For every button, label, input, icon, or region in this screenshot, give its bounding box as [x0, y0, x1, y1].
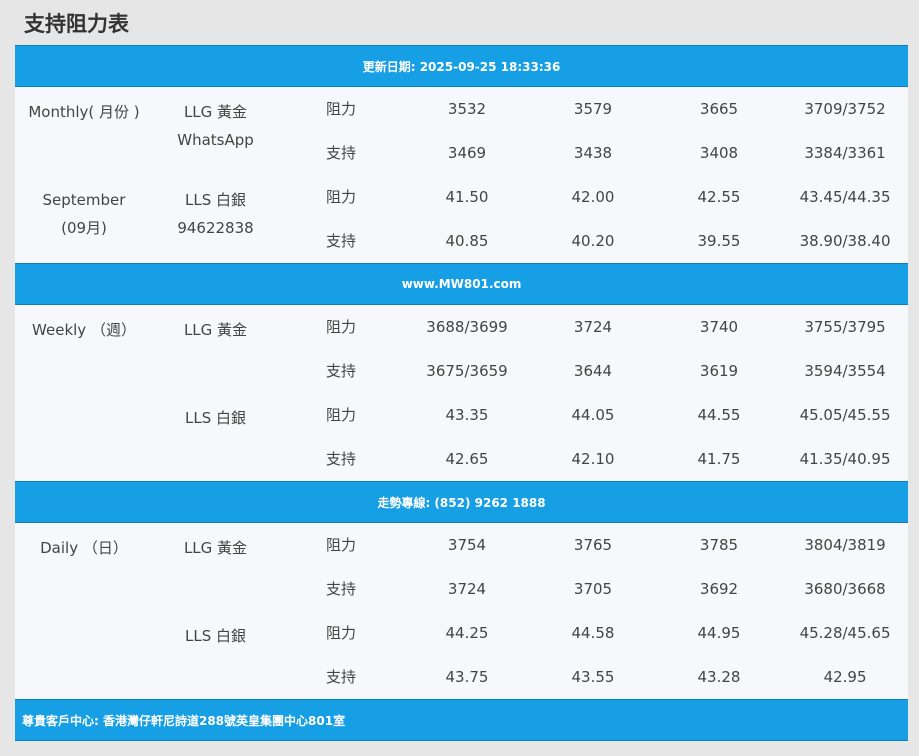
value-cell: 44.55: [697, 406, 741, 424]
resistance-label: 阻力: [325, 100, 356, 118]
value-cell: 3675/3659: [426, 362, 508, 380]
value-cell: 45.28/45.65: [799, 624, 891, 642]
value-cell: 3705: [573, 580, 613, 598]
value-cell: 3384/3361: [804, 144, 886, 162]
value-cell: 3724: [573, 318, 613, 336]
support-label: 支持: [325, 580, 356, 598]
resistance-label: 阻力: [325, 624, 356, 642]
support-label: 支持: [325, 668, 356, 686]
value-cell: 3688/3699: [426, 318, 508, 336]
value-cell: 3665: [699, 100, 739, 118]
value-cell: 39.55: [697, 232, 741, 250]
support-label: 支持: [325, 450, 356, 468]
page-title: 支持阻力表: [24, 12, 129, 36]
hotline-banner: 走勢專線: (852) 9262 1888: [15, 481, 909, 523]
value-cell: 3754: [447, 536, 487, 554]
value-cell: 42.10: [571, 450, 615, 468]
update-date: 更新日期: 2025-09-25 18:33:36: [15, 45, 909, 87]
value-cell: 3594/3554: [804, 362, 886, 380]
value-cell: 41.35/40.95: [799, 450, 891, 468]
value-cell: 3469: [447, 144, 487, 162]
value-cell: 3680/3668: [804, 580, 886, 598]
value-cell: 3785: [699, 536, 739, 554]
value-cell: 43.55: [571, 668, 615, 686]
value-cell: 3619: [699, 362, 739, 380]
resistance-label: 阻力: [325, 318, 356, 336]
whatsapp-label: WhatsApp: [177, 131, 254, 149]
hotline-text: 走勢專線: (852) 9262 1888: [15, 481, 909, 523]
resistance-label: 阻力: [325, 188, 356, 206]
value-cell: 3755/3795: [804, 318, 886, 336]
table-row: Weekly （週） LLG 黃金 阻力 3688/3699 3724 3740…: [15, 305, 908, 350]
address-text: 尊貴客戶中心: 香港灣仔軒尼詩道288號英皇集團中心801室: [15, 699, 909, 741]
support-resistance-table: 更新日期: 2025-09-25 18:33:36 Monthly( 月份 ) …: [15, 45, 909, 741]
value-cell: 41.75: [697, 450, 741, 468]
value-cell: 3740: [699, 318, 739, 336]
value-cell: 3804/3819: [804, 536, 886, 554]
value-cell: 3532: [447, 100, 487, 118]
address-banner: 尊貴客戶中心: 香港灣仔軒尼詩道288號英皇集團中心801室: [15, 699, 909, 741]
phone-number: 94622838: [177, 219, 254, 237]
value-cell: 3692: [699, 580, 739, 598]
value-cell: 40.85: [445, 232, 489, 250]
value-cell: 43.45/44.35: [799, 188, 891, 206]
period-month: September (09月): [42, 191, 126, 237]
value-cell: 42.65: [445, 450, 489, 468]
website-link[interactable]: www.MW801.com: [15, 263, 909, 305]
value-cell: 40.20: [571, 232, 615, 250]
value-cell: 42.55: [697, 188, 741, 206]
value-cell: 44.95: [697, 624, 741, 642]
update-banner: 更新日期: 2025-09-25 18:33:36: [15, 45, 909, 87]
value-cell: 3709/3752: [804, 100, 886, 118]
value-cell: 38.90/38.40: [799, 232, 891, 250]
support-label: 支持: [325, 232, 356, 250]
table-row: Daily （日） LLG 黃金 阻力 3754 3765 3785 3804/…: [15, 523, 908, 568]
value-cell: 41.50: [445, 188, 489, 206]
support-label: 支持: [325, 144, 356, 162]
table-row: September (09月) LLS 白銀 94622838 阻力 41.50…: [15, 175, 908, 237]
value-cell: 44.58: [571, 624, 615, 642]
website-banner: www.MW801.com: [15, 263, 909, 305]
value-cell: 3765: [573, 536, 613, 554]
value-cell: 44.05: [571, 406, 615, 424]
value-cell: 43.28: [697, 668, 741, 686]
period-weekly: Weekly （週）: [32, 321, 136, 339]
value-cell: 44.25: [445, 624, 489, 642]
value-cell: 3579: [573, 100, 613, 118]
product-lls: LLS 白銀: [184, 627, 246, 645]
value-cell: 3438: [573, 144, 613, 162]
value-cell: 43.35: [445, 406, 489, 424]
product-lls: LLS 白銀 94622838: [153, 175, 278, 264]
value-cell: 3644: [573, 362, 613, 380]
value-cell: 42.95: [823, 668, 867, 686]
value-cell: 3724: [447, 580, 487, 598]
table-row: Monthly( 月份 ) LLG 黃金 WhatsApp 阻力 3532 35…: [15, 87, 908, 149]
resistance-label: 阻力: [325, 536, 356, 554]
value-cell: 3408: [699, 144, 739, 162]
period-monthly: Monthly( 月份 ): [28, 103, 140, 121]
product-lls: LLS 白銀: [184, 409, 246, 427]
value-cell: 42.00: [571, 188, 615, 206]
value-cell: 45.05/45.55: [799, 406, 891, 424]
product-llg: LLG 黃金: [183, 321, 248, 339]
product-llg: LLG 黃金 WhatsApp: [153, 87, 278, 176]
period-daily: Daily （日）: [40, 539, 128, 557]
support-label: 支持: [325, 362, 356, 380]
product-llg: LLG 黃金: [183, 539, 248, 557]
value-cell: 43.75: [445, 668, 489, 686]
resistance-label: 阻力: [325, 406, 356, 424]
